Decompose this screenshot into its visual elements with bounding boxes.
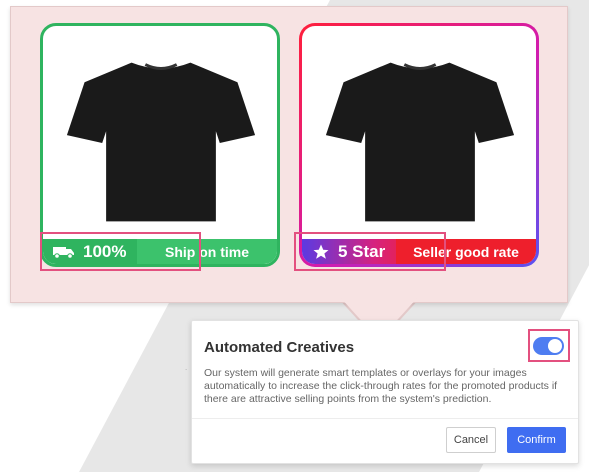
highlight-box-right bbox=[294, 232, 446, 271]
tshirt-image bbox=[325, 62, 515, 222]
highlight-box-toggle bbox=[528, 329, 570, 362]
creative-preview-panel: 100% Ship on time 5 Star Seller good rat… bbox=[10, 6, 568, 303]
stray-mark: . bbox=[185, 363, 189, 372]
product-card-ship-on-time: 100% Ship on time bbox=[40, 23, 280, 267]
divider bbox=[192, 418, 578, 419]
dialog-title: Automated Creatives bbox=[204, 339, 355, 356]
cancel-button[interactable]: Cancel bbox=[446, 427, 496, 453]
dialog-description: Our system will generate smart templates… bbox=[204, 367, 558, 405]
highlight-box-left bbox=[40, 232, 201, 271]
automated-creatives-dialog: Automated Creatives Our system will gene… bbox=[191, 320, 579, 464]
tshirt-image bbox=[66, 62, 256, 222]
product-card-seller-rate: 5 Star Seller good rate bbox=[299, 23, 539, 267]
confirm-button[interactable]: Confirm bbox=[507, 427, 566, 453]
